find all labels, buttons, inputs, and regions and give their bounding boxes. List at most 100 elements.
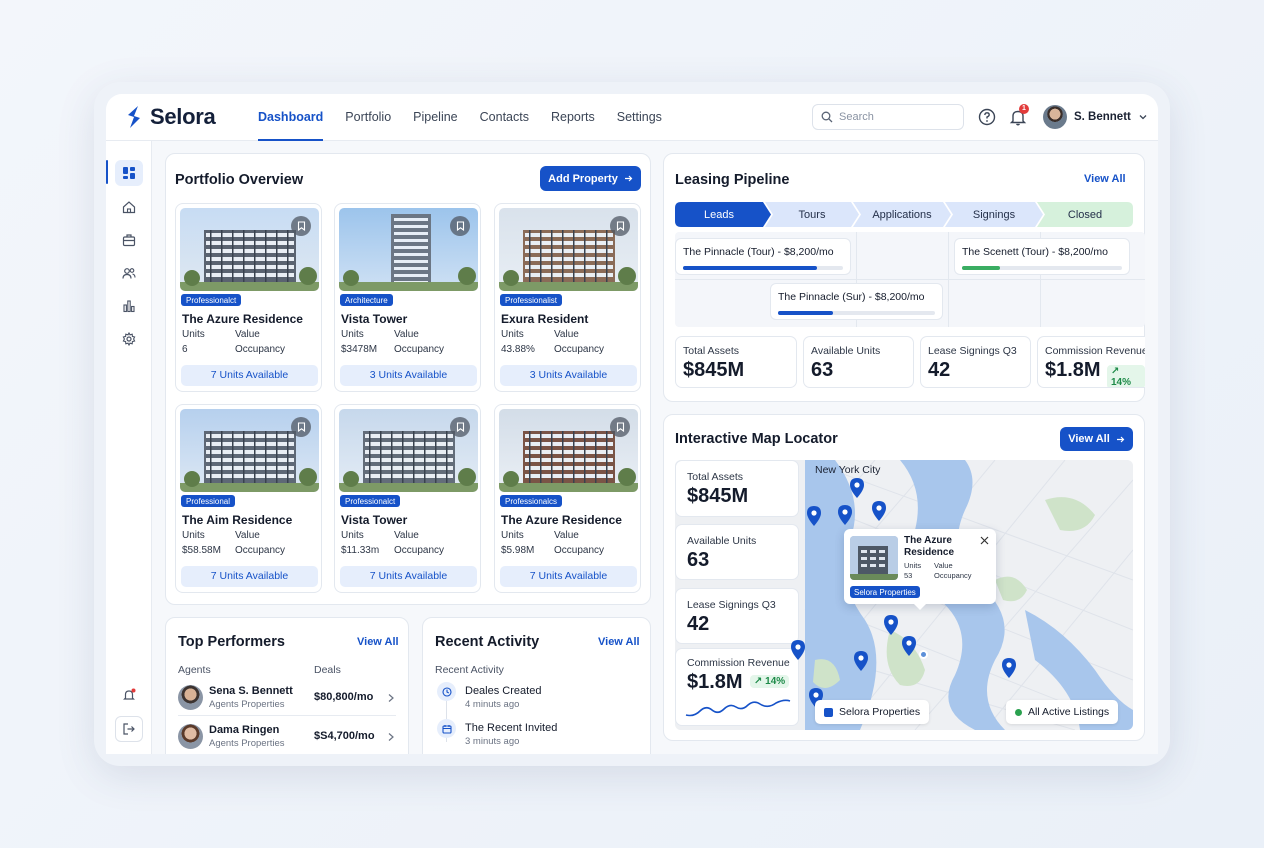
legend-selora[interactable]: Selora Properties	[815, 700, 930, 724]
bookmark-button[interactable]	[450, 417, 470, 437]
map-stat-commission-revenue: Commission Revenue $1.8M ↗ 14%	[675, 648, 799, 726]
property-image	[499, 208, 638, 291]
property-label: Units	[501, 530, 524, 541]
map-pin-icon[interactable]	[883, 614, 899, 636]
property-card[interactable]: Professionalist Exura Resident Units Val…	[494, 203, 641, 392]
stage-tours[interactable]: Tours	[769, 202, 855, 227]
sidebar-item-logout[interactable]	[115, 716, 143, 742]
sidebar-item-home[interactable]	[115, 194, 143, 220]
performers-view-all-link[interactable]: View All	[357, 636, 399, 648]
units-available-button[interactable]: 7 Units Available	[181, 566, 318, 587]
revenue-sparkline	[685, 699, 791, 717]
chevron-right-icon	[388, 733, 394, 741]
property-card[interactable]: Professionalcs The Azure Residence Units…	[494, 404, 641, 593]
top-navigation: Selora Dashboard Portfolio Pipeline Cont…	[106, 94, 1158, 141]
building-icon	[850, 536, 898, 580]
bookmark-button[interactable]	[291, 216, 311, 236]
sidebar-item-portfolio[interactable]	[115, 227, 143, 253]
units-available-button[interactable]: 7 Units Available	[500, 566, 637, 587]
nav-contacts[interactable]: Contacts	[469, 94, 540, 141]
map-pin-icon[interactable]	[1001, 657, 1017, 679]
nav-dashboard[interactable]: Dashboard	[247, 94, 334, 141]
deal-card[interactable]: The Pinnacle (Tour) - $8,200/mo	[675, 238, 851, 275]
bookmark-button[interactable]	[450, 216, 470, 236]
property-label: Units	[182, 329, 205, 340]
property-label: Value	[554, 530, 579, 541]
map-pin-icon[interactable]	[853, 650, 869, 672]
sidebar-item-settings[interactable]	[115, 326, 143, 352]
map-pin-icon[interactable]	[849, 477, 865, 499]
bookmark-button[interactable]	[610, 216, 630, 236]
performer-row[interactable]: Dama Ringen Agents Properties $S4,700/mo	[166, 722, 410, 754]
map-pin-icon[interactable]	[901, 635, 917, 657]
stage-signings[interactable]: Signings	[949, 202, 1039, 227]
property-card[interactable]: Architecture Vista Tower Units Value $34…	[334, 203, 481, 392]
property-label: Occupancy	[235, 344, 286, 355]
stat-value: 63	[811, 359, 834, 381]
stat-value: 42	[928, 359, 951, 381]
popup-pointer	[914, 604, 926, 610]
sidebar-item-dashboard[interactable]	[115, 160, 143, 186]
pipeline-view-all-link[interactable]: View All	[1084, 173, 1126, 185]
user-menu[interactable]: S. Bennett	[1043, 105, 1148, 129]
stage-closed[interactable]: Closed	[1041, 202, 1129, 227]
property-label: Occupancy	[394, 344, 445, 355]
sidebar-item-reports[interactable]	[115, 293, 143, 319]
map-stat-lease-signings: Lease Signings Q3 42	[675, 588, 799, 644]
map-pin-icon[interactable]	[806, 505, 822, 527]
map-popup[interactable]: The Azure Residence Units Value 53 Occup…	[844, 529, 996, 610]
legend-active-listings[interactable]: All Active Listings	[1006, 700, 1119, 724]
add-property-button[interactable]: Add Property	[540, 166, 641, 191]
stat-value: $845M	[687, 485, 749, 507]
map-pin-icon[interactable]	[790, 639, 806, 661]
property-card[interactable]: Professional The Aim Residence Units Val…	[175, 404, 322, 593]
activity-item-title[interactable]: The Recent Invited	[465, 722, 557, 734]
close-icon[interactable]	[980, 536, 989, 545]
logout-icon	[123, 723, 135, 735]
map-view-all-button[interactable]: View All	[1060, 427, 1133, 451]
activity-view-all-link[interactable]: View All	[598, 636, 640, 648]
performer-row[interactable]: Sena S. Bennett Agents Properties $80,80…	[166, 683, 410, 717]
units-available-button[interactable]: 3 Units Available	[340, 365, 477, 386]
deal-progress-fill	[962, 266, 1001, 270]
property-name: Vista Tower	[341, 312, 408, 326]
nav-settings[interactable]: Settings	[606, 94, 673, 141]
nav-portfolio[interactable]: Portfolio	[334, 94, 402, 141]
bookmark-button[interactable]	[610, 417, 630, 437]
activity-item-title[interactable]: Deales Created	[465, 685, 541, 697]
map-pin-icon[interactable]	[871, 500, 887, 522]
map-area[interactable]: Total Assets $845M Available Units 63 Le…	[675, 460, 1133, 730]
bookmark-icon	[297, 422, 305, 432]
deal-card[interactable]: The Pinnacle (Sur) - $8,200/mo	[770, 283, 943, 320]
recent-activity-card: Recent Activity View All Recent Activity…	[422, 617, 651, 754]
performer-name: Dama Ringen	[209, 724, 280, 736]
sidebar-active-indicator	[106, 160, 108, 184]
map-pin-icon[interactable]	[837, 504, 853, 526]
stage-applications[interactable]: Applications	[857, 202, 947, 227]
property-card[interactable]: Professionalct Vista Tower Units Value $…	[334, 404, 481, 593]
stage-leads[interactable]: Leads	[675, 202, 763, 227]
sidebar-item-contacts[interactable]	[115, 260, 143, 286]
bookmark-button[interactable]	[291, 417, 311, 437]
popup-property-name: The Azure Residence	[904, 535, 955, 558]
property-label: Occupancy	[394, 545, 445, 556]
property-tag: Professional	[181, 495, 236, 507]
property-label: Value	[235, 329, 260, 340]
nav-pipeline[interactable]: Pipeline	[402, 94, 468, 141]
units-available-button[interactable]: 3 Units Available	[500, 365, 637, 386]
units-available-button[interactable]: 7 Units Available	[181, 365, 318, 386]
deal-card[interactable]: The Scenett (Tour) - $8,200/mo	[954, 238, 1130, 275]
bell-icon	[123, 688, 136, 700]
stat-total-assets: Total Assets $845M	[675, 336, 797, 388]
nav-reports[interactable]: Reports	[540, 94, 606, 141]
logo[interactable]: Selora	[124, 104, 216, 130]
property-image	[180, 208, 319, 291]
sidebar-item-notifications[interactable]	[115, 682, 143, 708]
property-card[interactable]: Professionalct The Azure Residence Units…	[175, 203, 322, 392]
units-available-button[interactable]: 7 Units Available	[340, 566, 477, 587]
property-label: Units	[182, 530, 205, 541]
stat-label: Lease Signings Q3	[928, 345, 1017, 357]
property-tag: Professionalct	[181, 294, 242, 306]
search-input[interactable]	[839, 111, 949, 123]
help-icon[interactable]	[977, 107, 997, 127]
